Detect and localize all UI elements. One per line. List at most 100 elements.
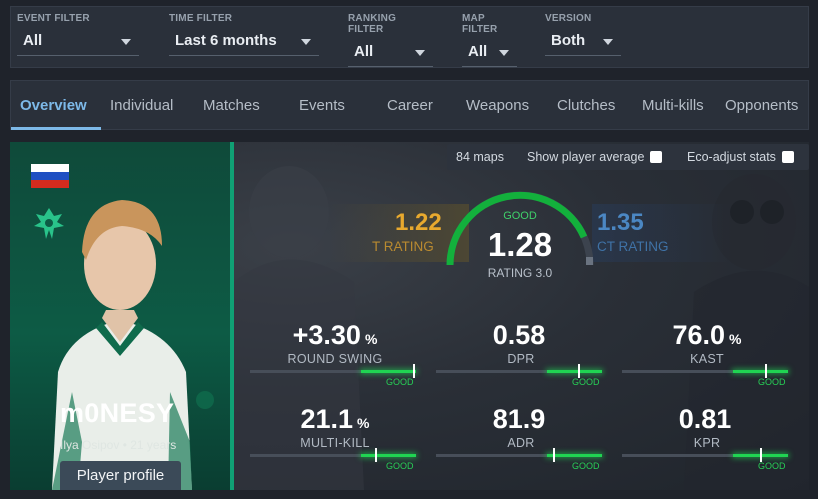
event-filter-label: EVENT FILTER: [17, 13, 90, 24]
filter-bar: EVENT FILTER All TIME FILTER Last 6 mont…: [10, 6, 809, 68]
metric-number: 21.1: [300, 404, 354, 434]
rating-grade: GOOD: [503, 210, 537, 222]
tab-career[interactable]: Career: [387, 81, 433, 129]
metric-value: 21.1%: [250, 404, 420, 435]
metric-grade: GOOD: [386, 461, 414, 471]
metric-marker: [577, 364, 580, 378]
metric-unit: %: [364, 331, 378, 347]
ranking-filter-select[interactable]: All: [348, 39, 433, 67]
tab-matches[interactable]: Matches: [203, 81, 260, 129]
player-name: m0NESY: [60, 398, 175, 428]
tab-events[interactable]: Events: [299, 81, 345, 129]
metric-grade: GOOD: [758, 377, 786, 387]
time-filter-value: Last 6 months: [175, 32, 277, 49]
metric-round-swing: +3.30% ROUND SWING GOOD: [250, 320, 430, 398]
metric-number: 81.9: [492, 404, 546, 434]
metric-value: 76.0%: [622, 320, 792, 351]
metric-number: 76.0: [672, 320, 726, 350]
russia-flag-icon: [31, 164, 69, 188]
metric-value: 0.58: [436, 320, 606, 351]
flag-stripe: [31, 180, 69, 188]
metric-multi-kill: 21.1% MULTI-KILL GOOD: [250, 404, 430, 482]
metric-number: 0.58: [492, 320, 546, 350]
metric-grade: GOOD: [758, 461, 786, 471]
metric-label: ROUND SWING: [287, 352, 383, 366]
time-filter-select[interactable]: Last 6 months: [169, 28, 319, 56]
tab-multi-kills[interactable]: Multi-kills: [642, 81, 704, 129]
map-filter: MAP FILTER All: [462, 13, 517, 67]
metric-fill: [547, 370, 602, 373]
metric-adr: 81.9 ADR GOOD: [436, 404, 616, 482]
metric-unit: %: [729, 331, 742, 347]
tab-opponents[interactable]: Opponents: [725, 81, 798, 129]
player-card: m0NESY Ilya Osipov • 21 years Player pro…: [10, 142, 230, 490]
metric-label: MULTI-KILL: [300, 436, 370, 450]
show-average-option[interactable]: Show player average: [527, 144, 663, 170]
flag-stripe: [31, 172, 69, 180]
stats-options-bar: 84 maps Show player average Eco-adjust s…: [447, 144, 809, 170]
metric-grade: GOOD: [572, 461, 600, 471]
metric-marker: [552, 448, 555, 462]
metric-number: +3.30: [292, 320, 361, 350]
metric-fill: [361, 370, 416, 373]
metric-fill: [733, 370, 788, 373]
t-rating-value: 1.22: [395, 209, 442, 236]
eco-adjust-option[interactable]: Eco-adjust stats: [687, 144, 794, 170]
metric-label: KPR: [693, 436, 721, 450]
metric-grade: GOOD: [386, 377, 414, 387]
time-filter-label: TIME FILTER: [169, 13, 233, 24]
time-filter: TIME FILTER Last 6 months: [169, 13, 319, 56]
ct-rating-value: 1.35: [597, 209, 644, 236]
card-divider: [230, 142, 234, 490]
eco-adjust-checkbox[interactable]: [781, 151, 794, 163]
show-average-checkbox[interactable]: [650, 151, 663, 163]
show-average-label: Show player average: [527, 150, 645, 164]
metric-value: 0.81: [622, 404, 792, 435]
metric-marker: [760, 448, 763, 462]
rating-label: RATING 3.0: [487, 266, 553, 280]
metric-marker: [765, 364, 768, 378]
chevron-down-icon: [301, 39, 311, 45]
tab-individual[interactable]: Individual: [110, 81, 173, 129]
ranking-filter: RANKING FILTER All: [348, 13, 433, 67]
chevron-down-icon: [415, 50, 425, 56]
ct-rating-label: CT RATING: [597, 239, 669, 254]
tab-weapons[interactable]: Weapons: [466, 81, 529, 129]
maps-count: 84 maps: [456, 150, 504, 164]
event-filter: EVENT FILTER All: [17, 13, 139, 56]
chevron-down-icon: [499, 50, 509, 56]
chevron-down-icon: [603, 39, 613, 45]
metric-value: 81.9: [436, 404, 606, 435]
version-filter: VERSION Both: [545, 13, 621, 56]
map-filter-label: MAP FILTER: [462, 13, 498, 35]
ranking-filter-label: RANKING FILTER: [348, 13, 397, 35]
eco-adjust-label: Eco-adjust stats: [687, 150, 776, 164]
event-filter-select[interactable]: All: [17, 28, 139, 56]
player-profile-button[interactable]: Player profile: [60, 461, 181, 490]
metric-grade: GOOD: [572, 377, 600, 387]
metric-label: ADR: [507, 436, 535, 450]
metric-value: +3.30%: [250, 320, 420, 351]
metric-fill: [547, 454, 602, 457]
chevron-down-icon: [121, 39, 131, 45]
rating-value: 1.28: [487, 226, 553, 263]
metric-kast: 76.0% KAST GOOD: [622, 320, 802, 398]
metric-number: 0.81: [678, 404, 732, 434]
metric-label: DPR: [507, 352, 535, 366]
version-filter-select[interactable]: Both: [545, 28, 621, 56]
metric-dpr: 0.58 DPR GOOD: [436, 320, 616, 398]
metric-marker: [413, 364, 416, 378]
metric-marker: [375, 448, 378, 462]
player-stats-panel: m0NESY Ilya Osipov • 21 years Player pro…: [10, 142, 809, 490]
player-info: Ilya Osipov • 21 years: [60, 438, 177, 452]
tab-overview[interactable]: Overview: [20, 81, 87, 129]
active-tab-indicator: [11, 127, 101, 130]
metric-fill: [361, 454, 416, 457]
map-filter-select[interactable]: All: [462, 39, 517, 67]
metric-unit: %: [357, 415, 370, 431]
flag-stripe: [31, 164, 69, 172]
version-filter-label: VERSION: [545, 13, 592, 24]
stats-tab-bar: Overview Individual Matches Events Caree…: [10, 80, 809, 130]
tab-clutches[interactable]: Clutches: [557, 81, 615, 129]
falcon-logo-icon: [34, 208, 64, 239]
